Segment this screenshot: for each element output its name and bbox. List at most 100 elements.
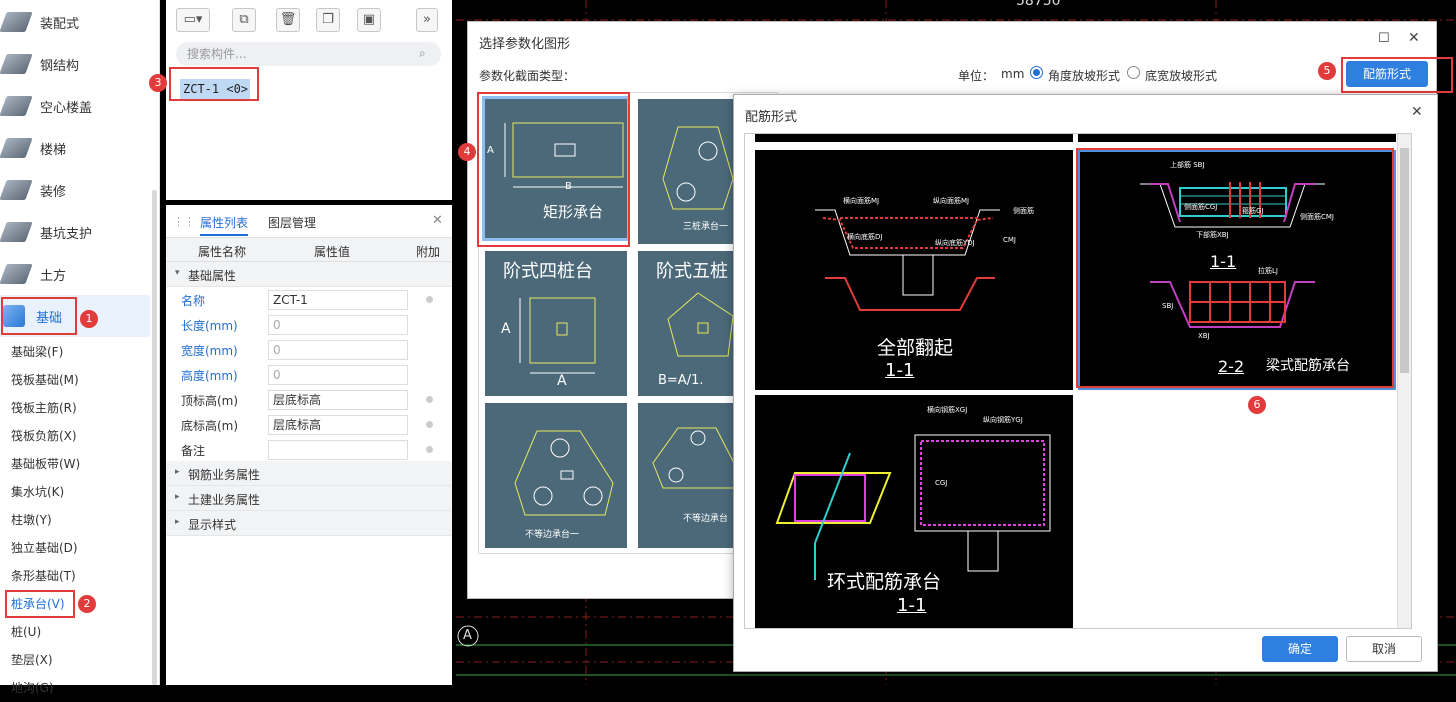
group-label: 显示样式 — [188, 518, 237, 532]
rebar-option-full-bend[interactable]: 横向面筋MJ 纵向面筋MJ 横向底筋DJ 纵向底筋YDJ CMJ 侧面筋 全部翻… — [755, 150, 1073, 390]
stairs-icon — [0, 138, 33, 158]
rebar-label: 横向面筋MJ — [843, 197, 880, 205]
property-value-input[interactable]: 0 — [268, 315, 408, 335]
rebar-label: 纵向钢筋YGJ — [983, 416, 1023, 424]
expand-icon[interactable]: » — [416, 8, 438, 32]
nav-sub-raft[interactable]: 筏板基础(M) — [11, 366, 79, 394]
unit-value: mm — [1001, 67, 1025, 81]
property-row: 长度(mm) 0 — [166, 312, 452, 337]
scrollbar-thumb[interactable] — [1400, 148, 1409, 373]
nav-sub-foundation-beam[interactable]: 基础梁(F) — [11, 338, 63, 366]
nav-sub-strip-footing[interactable]: 条形基础(T) — [11, 562, 76, 590]
thumb-label: 不等边承台 — [683, 514, 729, 524]
property-value-input[interactable]: ZCT-1 — [268, 290, 408, 310]
dim-label: A — [557, 373, 567, 389]
left-nav-panel: 装配式 钢结构 空心楼盖 楼梯 装修 基坑支护 土方 基础 基础梁(F) 筏板基… — [0, 0, 160, 695]
nav-sub-slab-strip[interactable]: 基础板带(W) — [11, 450, 80, 478]
header-name: 属性名称 — [198, 245, 247, 259]
earthwork-icon — [0, 264, 33, 284]
nav-category-earthwork[interactable]: 土方 — [0, 253, 150, 295]
property-name: 长度(mm) — [181, 319, 238, 333]
radio-bottom-width-slope[interactable] — [1127, 66, 1140, 79]
dialog-title: 配筋形式 — [745, 110, 798, 125]
extra-checkbox[interactable] — [426, 421, 433, 428]
tab-layer-manage[interactable]: 图层管理 — [268, 214, 316, 231]
delete-icon[interactable]: 🗑 — [276, 8, 300, 32]
nav-category-assembly[interactable]: 装配式 — [0, 1, 150, 43]
nav-category-steel[interactable]: 钢结构 — [0, 43, 150, 85]
highlight-box — [477, 92, 630, 247]
search-input[interactable]: 搜索构件... — [176, 42, 441, 66]
nav-sub-isolated-footing[interactable]: 独立基础(D) — [11, 534, 78, 562]
group-rebar[interactable]: ▸ 钢筋业务属性 — [166, 461, 452, 486]
property-row: 备注 — [166, 437, 452, 462]
collapse-icon: ▾ — [175, 268, 180, 278]
property-value-input[interactable]: 0 — [268, 340, 408, 360]
property-value-input[interactable]: 0 — [268, 365, 408, 385]
property-row: 顶标高(m) 层底标高 — [166, 387, 452, 412]
property-row: 宽度(mm) 0 — [166, 337, 452, 362]
shape-thumb-unequal-one[interactable]: 不等边承台一 — [485, 403, 627, 548]
shape-thumb-three-pile[interactable]: 三桩承台一 — [638, 99, 734, 244]
group-display[interactable]: ▸ 显示样式 — [166, 511, 452, 536]
rebar-label: CMJ — [1003, 236, 1016, 244]
copy-icon[interactable]: ⧉ — [232, 8, 256, 32]
dialog-title: 选择参数化图形 — [479, 37, 571, 52]
property-panel: ⋮⋮ 属性列表 图层管理 ✕ 属性名称 属性值 附加 ▾ 基础属性 名称 ZCT-1… — [166, 205, 452, 685]
nav-scrollbar[interactable] — [152, 190, 157, 685]
nav-sub-column-pier[interactable]: 柱墩(Y) — [11, 506, 52, 534]
rebar-label: 纵向面筋MJ — [933, 197, 970, 205]
nav-sub-sump[interactable]: 集水坑(K) — [11, 478, 64, 506]
duplicate-layer-icon[interactable]: ❐ — [316, 8, 340, 32]
nav-sub-cushion[interactable]: 垫层(X) — [11, 646, 53, 674]
highlight-box — [169, 67, 259, 101]
shape-thumb-step-four-pile[interactable]: 阶式四桩台 A A — [485, 251, 627, 396]
tab-property-list[interactable]: 属性列表 — [200, 214, 249, 236]
new-component-icon[interactable]: ▭▾ — [176, 8, 210, 32]
nav-category-hollow-slab[interactable]: 空心楼盖 — [0, 85, 150, 127]
group-civil[interactable]: ▸ 土建业务属性 — [166, 486, 452, 511]
maximize-icon[interactable]: ☐ — [1378, 31, 1390, 46]
rebar-label: 侧面筋 — [1013, 207, 1034, 215]
nav-category-decoration[interactable]: 装修 — [0, 169, 150, 211]
nav-category-stairs[interactable]: 楼梯 — [0, 127, 150, 169]
close-icon[interactable]: ✕ — [432, 213, 443, 228]
cancel-button[interactable]: 取消 — [1346, 636, 1422, 662]
property-name: 宽度(mm) — [181, 344, 238, 358]
section-type-label: 参数化截面类型： — [479, 69, 576, 83]
step-badge: 5 — [1318, 62, 1336, 80]
unit-label: 单位： — [958, 69, 995, 83]
ok-button[interactable]: 确定 — [1262, 636, 1338, 662]
rebar-option-ring-type[interactable]: 横向钢筋XGJ 纵向钢筋YGJ CGJ 环式配筋承台 1-1 — [755, 395, 1073, 628]
shape-thumb-unequal[interactable]: 不等边承台 — [638, 403, 735, 548]
nav-sub-raft-neg-rebar[interactable]: 筏板负筋(X) — [11, 422, 77, 450]
group-basic[interactable]: ▾ 基础属性 — [166, 262, 452, 287]
property-value-input[interactable]: 层底标高 — [268, 390, 408, 410]
nav-sub-pile[interactable]: 桩(U) — [11, 618, 41, 646]
options-scrollbar[interactable] — [1397, 134, 1411, 628]
pit-support-icon — [0, 222, 33, 242]
section-label: 1-1 — [885, 360, 915, 381]
step-badge: 6 — [1248, 396, 1266, 414]
close-icon[interactable]: ✕ — [1411, 104, 1423, 120]
rebar-label: CGJ — [935, 479, 948, 487]
radio-label: 底宽放坡形式 — [1145, 69, 1218, 83]
extra-checkbox[interactable] — [426, 396, 433, 403]
nav-category-pit-support[interactable]: 基坑支护 — [0, 211, 150, 253]
section-label: 1-1 — [897, 595, 927, 616]
save-as-icon[interactable]: ▣ — [357, 8, 381, 32]
property-value-input[interactable] — [268, 440, 408, 460]
expand-arrow-icon: ▸ — [175, 467, 180, 477]
expand-arrow-icon: ▸ — [175, 492, 180, 502]
property-row: 高度(mm) 0 — [166, 362, 452, 387]
extra-checkbox[interactable] — [426, 446, 433, 453]
extra-checkbox[interactable] — [426, 296, 433, 303]
radio-angle-slope[interactable] — [1030, 66, 1043, 79]
nav-sub-raft-main-rebar[interactable]: 筏板主筋(R) — [11, 394, 77, 422]
shape-thumb-step-five-pile[interactable]: 阶式五桩 B=A/1. — [638, 251, 734, 396]
nav-sub-trench[interactable]: 地沟(G) — [11, 674, 54, 702]
property-name: 底标高(m) — [181, 419, 239, 433]
drag-handle-icon[interactable]: ⋮⋮ — [173, 215, 195, 228]
close-icon[interactable]: ✕ — [1408, 30, 1420, 46]
property-value-input[interactable]: 层底标高 — [268, 415, 408, 435]
